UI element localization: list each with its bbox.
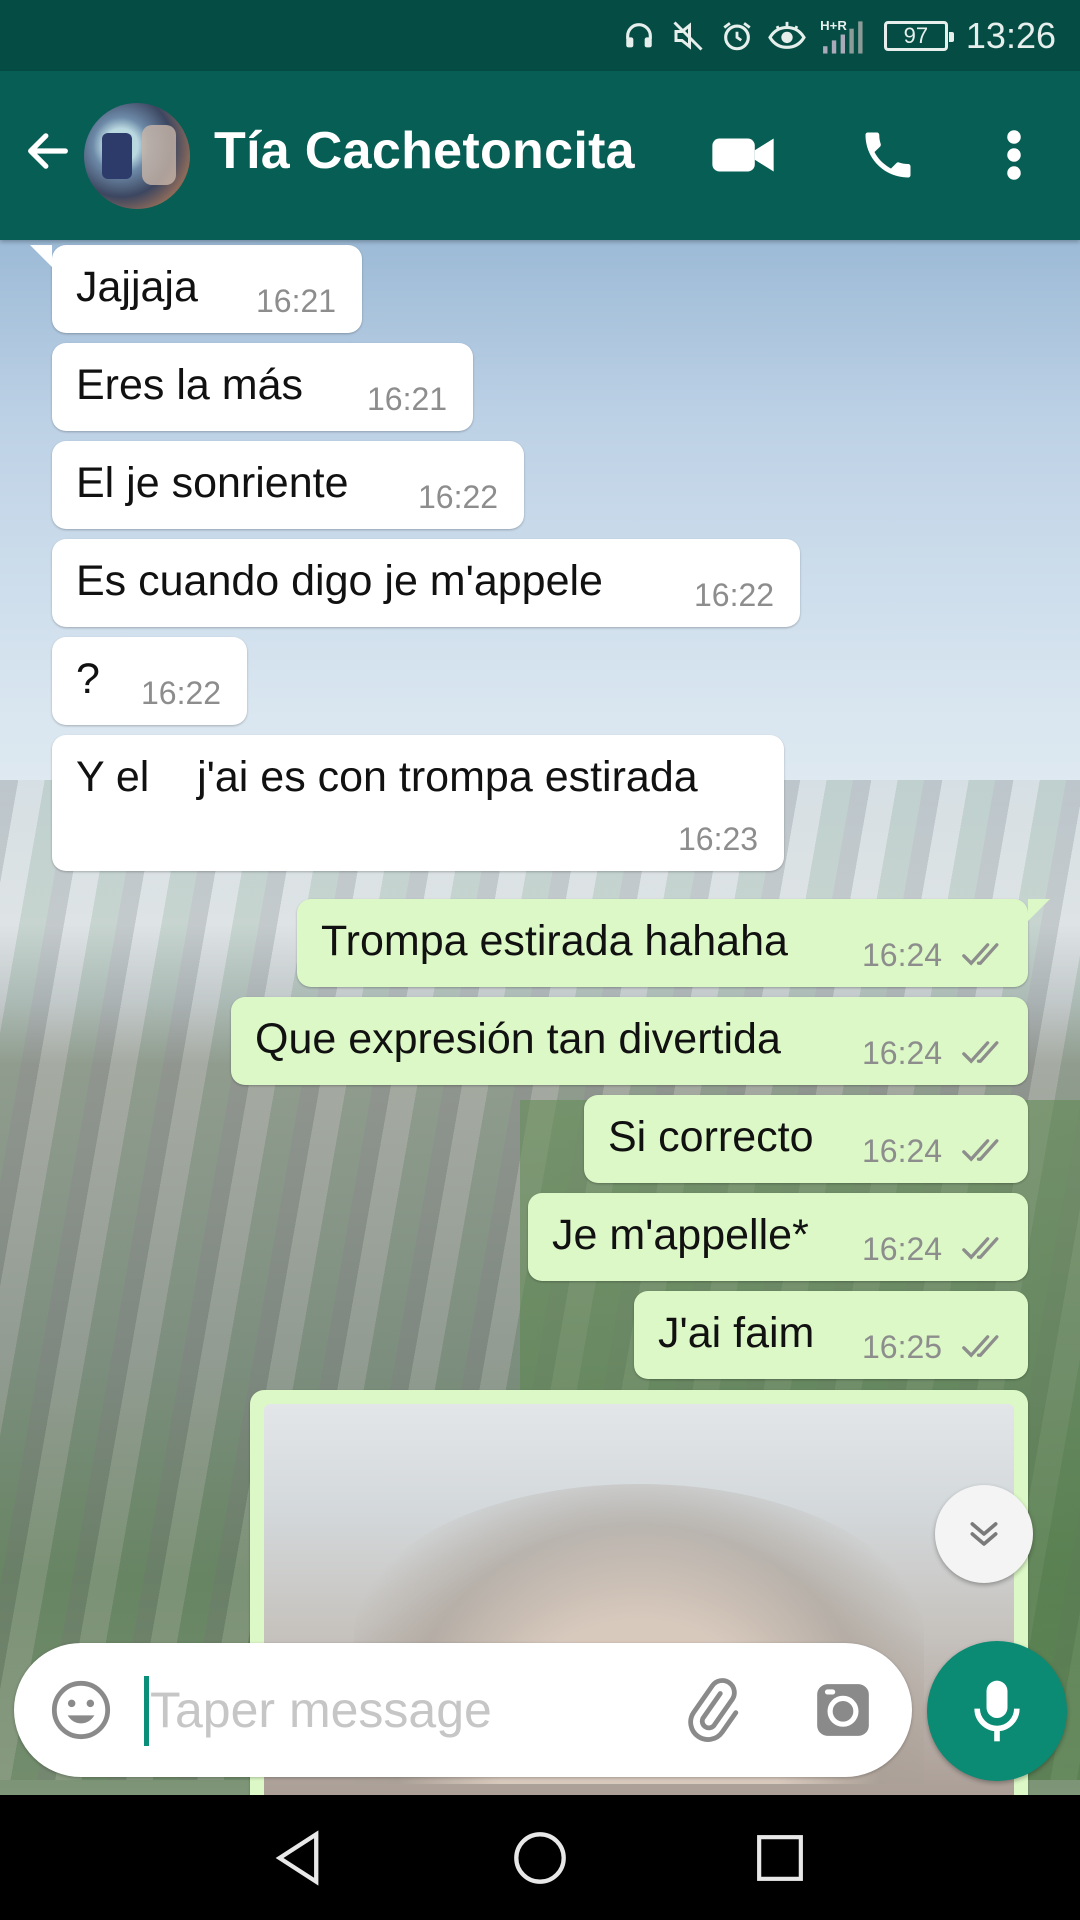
message-outgoing[interactable]: J'ai faim 16:25 bbox=[634, 1291, 1028, 1379]
message-time: 16:24 bbox=[862, 937, 943, 973]
read-ticks-icon bbox=[962, 1041, 999, 1064]
video-call-icon bbox=[712, 138, 774, 172]
alarm-icon bbox=[720, 19, 754, 53]
message-incoming[interactable]: Es cuando digo je m'appele 16:22 bbox=[52, 539, 800, 627]
message-time: 16:21 bbox=[367, 381, 448, 417]
message-composer bbox=[14, 1643, 912, 1777]
nav-recents-icon bbox=[757, 1835, 803, 1881]
message-text: J'ai faim bbox=[658, 1309, 815, 1357]
more-vert-icon bbox=[1007, 130, 1021, 180]
status-bar: H+R 97 13:26 bbox=[0, 0, 1080, 71]
system-navigation-bar bbox=[0, 1795, 1080, 1920]
attach-button[interactable] bbox=[674, 1673, 748, 1747]
headset-icon bbox=[622, 19, 656, 53]
message-incoming[interactable]: Y el j'ai es con trompa estirada 16:23 bbox=[52, 735, 784, 871]
message-text: ? bbox=[76, 655, 100, 703]
message-text: El je sonriente bbox=[76, 459, 349, 507]
bubble-tail bbox=[1028, 899, 1050, 921]
message-time: 16:24 bbox=[862, 1231, 943, 1267]
battery-level: 97 bbox=[903, 22, 929, 48]
bubble-tail bbox=[30, 245, 52, 267]
message-incoming[interactable]: El je sonriente 16:22 bbox=[52, 441, 524, 529]
message-time: 16:22 bbox=[141, 675, 222, 711]
message-outgoing[interactable]: Trompa estirada hahaha 16:24 bbox=[297, 899, 1028, 987]
signal-icon: H+R bbox=[820, 17, 870, 55]
read-ticks-icon bbox=[962, 943, 999, 966]
message-outgoing[interactable]: Je m'appelle* 16:24 bbox=[528, 1193, 1028, 1281]
emoji-icon bbox=[51, 1680, 111, 1740]
message-incoming[interactable]: Jajjaja 16:21 bbox=[52, 245, 362, 333]
camera-button[interactable] bbox=[806, 1673, 880, 1747]
message-incoming[interactable]: ? 16:22 bbox=[52, 637, 247, 725]
double-chevron-down-icon bbox=[970, 1522, 998, 1546]
status-time: 13:26 bbox=[965, 14, 1056, 56]
attach-icon bbox=[688, 1678, 739, 1742]
video-call-button[interactable] bbox=[703, 115, 783, 195]
message-text: Si correcto bbox=[608, 1113, 814, 1161]
back-button[interactable] bbox=[18, 121, 78, 181]
message-text: Es cuando digo je m'appele bbox=[76, 557, 603, 605]
eye-icon bbox=[768, 19, 806, 53]
message-time: 16:25 bbox=[862, 1329, 943, 1365]
message-text: Trompa estirada hahaha bbox=[321, 917, 788, 965]
scroll-to-bottom-button[interactable] bbox=[935, 1485, 1033, 1583]
message-time: 16:22 bbox=[694, 577, 775, 613]
message-time: 16:21 bbox=[256, 283, 337, 319]
battery-icon: 97 bbox=[883, 20, 954, 51]
read-ticks-icon bbox=[962, 1139, 999, 1162]
message-text: Eres la más bbox=[76, 361, 304, 409]
message-input[interactable] bbox=[150, 1667, 650, 1753]
message-outgoing[interactable]: Si correcto 16:24 bbox=[584, 1095, 1028, 1183]
chat-header: Tía Cachetoncita bbox=[0, 71, 1080, 240]
read-ticks-icon bbox=[962, 1335, 999, 1358]
contact-name[interactable]: Tía Cachetoncita bbox=[214, 121, 635, 181]
message-outgoing[interactable]: Que expresión tan divertida 16:24 bbox=[231, 997, 1028, 1085]
mute-icon bbox=[670, 18, 706, 54]
nav-recents-button[interactable] bbox=[745, 1823, 815, 1893]
nav-home-button[interactable] bbox=[505, 1823, 575, 1893]
phone-icon bbox=[865, 132, 911, 178]
nav-home-icon bbox=[514, 1832, 566, 1884]
message-time: 16:24 bbox=[862, 1133, 943, 1169]
chat-area[interactable]: Jajjaja 16:21 Eres la más 16:21 El je so… bbox=[0, 240, 1080, 1795]
mic-icon bbox=[974, 1680, 1020, 1742]
voice-call-button[interactable] bbox=[848, 115, 928, 195]
nav-back-button[interactable] bbox=[264, 1823, 334, 1893]
svg-text:H+R: H+R bbox=[820, 18, 847, 33]
message-text: Jajjaja bbox=[76, 263, 198, 311]
back-arrow-icon bbox=[28, 133, 68, 169]
emoji-button[interactable] bbox=[44, 1673, 118, 1747]
read-ticks-icon bbox=[962, 1237, 999, 1260]
message-time: 16:22 bbox=[418, 479, 499, 515]
message-text: Je m'appelle* bbox=[552, 1211, 809, 1259]
message-time: 16:24 bbox=[862, 1035, 943, 1071]
message-text: Y el j'ai es con trompa estirada bbox=[76, 753, 698, 801]
camera-icon bbox=[817, 1684, 869, 1736]
text-cursor bbox=[144, 1676, 149, 1746]
message-text: Que expresión tan divertida bbox=[255, 1015, 781, 1063]
nav-back-icon bbox=[275, 1830, 319, 1886]
message-time: 16:23 bbox=[678, 821, 759, 857]
voice-message-button[interactable] bbox=[927, 1641, 1067, 1781]
message-incoming[interactable]: Eres la más 16:21 bbox=[52, 343, 473, 431]
avatar[interactable] bbox=[84, 103, 190, 209]
more-options-button[interactable] bbox=[973, 115, 1055, 195]
